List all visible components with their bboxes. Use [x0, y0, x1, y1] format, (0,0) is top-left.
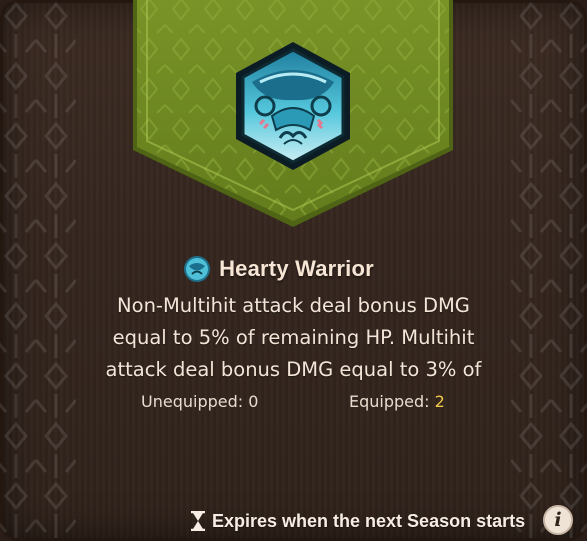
info-icon: i — [554, 509, 562, 531]
equipped-value: 2 — [434, 392, 445, 411]
item-title-row: Hearty Warrior — [0, 253, 587, 285]
equipped-count: Equipped: 2 — [349, 392, 445, 411]
unequipped-value: 0 — [248, 392, 259, 411]
expiry-text: Expires when the next Season starts — [212, 510, 526, 531]
info-button[interactable]: i — [543, 505, 573, 535]
expiry-notice: Expires when the next Season starts — [190, 507, 525, 535]
item-description: Non-Multihit attack deal bonus DMG equal… — [80, 290, 507, 386]
equipped-label: Equipped: — [349, 392, 430, 411]
description-line: equal to 5% of remaining HP. Multihit — [112, 326, 475, 349]
unequipped-label: Unequipped: — [141, 392, 244, 411]
description-line: Non-Multihit attack deal bonus DMG — [117, 294, 470, 317]
unequipped-count: Unequipped: 0 — [141, 392, 258, 411]
hourglass-icon — [191, 511, 205, 531]
item-detail-panel: Hearty Warrior Non-Multihit attack deal … — [0, 0, 587, 541]
mask-emblem-icon — [236, 42, 350, 170]
mask-small-icon — [184, 256, 211, 282]
description-line: attack deal bonus DMG equal to 3% of — [105, 358, 482, 381]
item-title: Hearty Warrior — [219, 256, 374, 281]
